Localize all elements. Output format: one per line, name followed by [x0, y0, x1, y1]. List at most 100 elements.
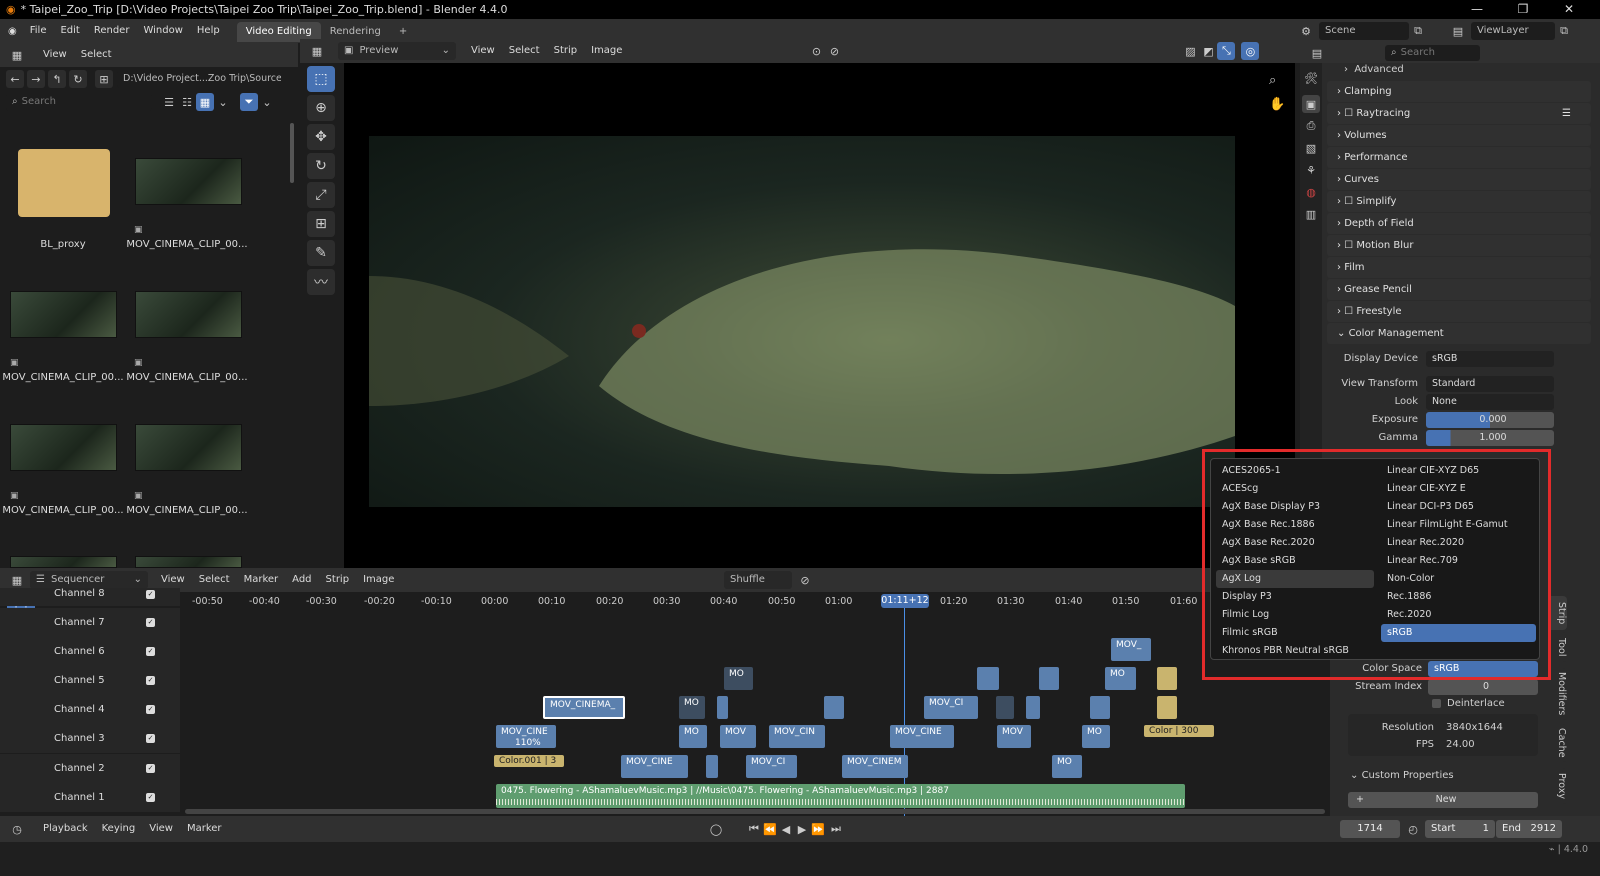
- menu-image[interactable]: Image: [356, 568, 401, 592]
- move-tool-icon[interactable]: ✥: [307, 124, 335, 150]
- clip-thumbnail[interactable]: [135, 291, 242, 338]
- clip-thumbnail[interactable]: [135, 424, 242, 471]
- collection-tab-icon[interactable]: ▥: [1302, 205, 1320, 223]
- checkbox-icon[interactable]: ✓: [146, 734, 155, 743]
- editor-type-icon[interactable]: ▦: [308, 42, 326, 60]
- search-input[interactable]: ⌕ Search: [6, 93, 152, 111]
- current-frame-field[interactable]: 1714: [1340, 820, 1400, 838]
- new-property-button[interactable]: + New: [1348, 792, 1538, 808]
- output-tab-icon[interactable]: ⎙: [1302, 117, 1320, 135]
- blender-menu-icon[interactable]: ◉: [8, 26, 17, 37]
- annotate-tool-icon[interactable]: 〰: [307, 269, 335, 295]
- checkbox-icon[interactable]: ✓: [146, 676, 155, 685]
- sample-tool-icon[interactable]: ✎: [307, 240, 335, 266]
- forward-icon[interactable]: →: [27, 70, 45, 88]
- tab-tool[interactable]: Tool: [1549, 632, 1567, 662]
- menu-window[interactable]: Window: [136, 19, 189, 43]
- thumbnails-icon[interactable]: ▦: [196, 93, 214, 111]
- overlay-icon[interactable]: ◎: [1241, 42, 1260, 60]
- scene-icon[interactable]: ⚙: [1297, 22, 1315, 40]
- refresh-icon[interactable]: ↻: [69, 70, 87, 88]
- panel-curves[interactable]: › Curves: [1327, 169, 1591, 190]
- panel-motion-blur[interactable]: › ☐ Motion Blur: [1327, 235, 1591, 256]
- viewlayer-selector[interactable]: ViewLayer: [1471, 22, 1555, 40]
- movie-strip[interactable]: MO: [1082, 725, 1110, 748]
- movie-strip[interactable]: [706, 755, 718, 778]
- clip-thumbnail[interactable]: [135, 158, 242, 205]
- file-browser-scrollbar[interactable]: [290, 123, 294, 183]
- menu-help[interactable]: Help: [190, 19, 227, 43]
- menu-edit[interactable]: Edit: [53, 19, 86, 43]
- menu-strip[interactable]: Strip: [319, 568, 357, 592]
- view-transform-dropdown[interactable]: Standard: [1426, 376, 1554, 392]
- movie-strip[interactable]: MO: [724, 667, 753, 690]
- menu-file[interactable]: File: [23, 19, 54, 43]
- movie-strip[interactable]: [1090, 696, 1110, 719]
- display-channel-icon[interactable]: ▨: [1181, 42, 1199, 60]
- movie-strip[interactable]: MO: [679, 696, 705, 719]
- panel-volumes[interactable]: › Volumes: [1327, 125, 1591, 146]
- menu-select[interactable]: Select: [192, 568, 237, 592]
- snap-icon[interactable]: ⊘: [825, 42, 843, 60]
- new-scene-icon[interactable]: ⧉: [1409, 22, 1427, 40]
- menu-playback[interactable]: Playback: [36, 817, 95, 841]
- record-icon[interactable]: ◯: [707, 820, 725, 838]
- menu-view[interactable]: View: [142, 817, 180, 841]
- movie-strip[interactable]: MO: [1052, 755, 1082, 778]
- menu-view[interactable]: View: [36, 43, 74, 67]
- clip-thumbnail[interactable]: [10, 291, 117, 338]
- jump-end-icon[interactable]: ⏭: [827, 820, 845, 838]
- checkbox-icon[interactable]: ✓: [146, 618, 155, 627]
- checkbox-icon[interactable]: ✓: [146, 793, 155, 802]
- playhead-label[interactable]: 01:11+12: [881, 594, 929, 608]
- tool-tab-icon[interactable]: 🛠: [1302, 69, 1320, 87]
- panel-film[interactable]: › Film: [1327, 257, 1591, 278]
- menu-add[interactable]: Add: [285, 568, 318, 592]
- movie-strip[interactable]: MOV_CINE: [890, 725, 954, 748]
- stream-index-field[interactable]: 0: [1428, 679, 1538, 695]
- tab-proxy[interactable]: Proxy: [1549, 768, 1567, 804]
- color-strip[interactable]: Color | 300: [1144, 725, 1214, 737]
- checkbox-icon[interactable]: ✓: [146, 705, 155, 714]
- checkbox-icon[interactable]: ✓: [146, 590, 155, 599]
- gizmo-icon[interactable]: ⤡: [1217, 42, 1236, 60]
- file-item-label[interactable]: MOV_CINEMA_CLIP_00...: [125, 239, 249, 250]
- menu-render[interactable]: Render: [87, 19, 137, 43]
- gamma-slider[interactable]: 1.000: [1426, 430, 1554, 446]
- transform-tool-icon[interactable]: ⊞: [307, 211, 335, 237]
- panel-raytracing[interactable]: › ☐ Raytracing ☰: [1327, 103, 1591, 124]
- render-tab-icon[interactable]: ▣: [1302, 95, 1320, 113]
- display-device-dropdown[interactable]: sRGB: [1426, 351, 1554, 367]
- end-frame-field[interactable]: End 2912: [1496, 820, 1562, 838]
- file-item-label[interactable]: MOV_CINEMA_CLIP_00...: [1, 505, 125, 516]
- editor-type-icon[interactable]: ▤: [1308, 44, 1326, 62]
- menu-select[interactable]: Select: [502, 39, 547, 63]
- sequencer-mode-dropdown[interactable]: ☰ Sequencer ⌄: [30, 571, 148, 589]
- tab-strip[interactable]: Strip: [1549, 596, 1567, 630]
- movie-strip[interactable]: MOV_CIN: [769, 725, 825, 748]
- back-icon[interactable]: ←: [6, 70, 24, 88]
- movie-strip[interactable]: [977, 667, 999, 690]
- editor-type-icon[interactable]: ◷: [8, 820, 26, 838]
- overlap-mode-dropdown[interactable]: Shuffle: [724, 571, 792, 589]
- new-viewlayer-icon[interactable]: ⧉: [1555, 22, 1573, 40]
- movie-strip[interactable]: [824, 696, 844, 719]
- movie-strip[interactable]: MOV_CI: [746, 755, 797, 778]
- panel-simplify[interactable]: › ☐ Simplify: [1327, 191, 1591, 212]
- editor-type-icon[interactable]: ▦: [8, 46, 26, 64]
- clock-icon[interactable]: ◴: [1404, 820, 1422, 838]
- movie-strip[interactable]: MO: [679, 725, 707, 748]
- movie-strip[interactable]: MOV_CINE: [621, 755, 688, 778]
- menu-view[interactable]: View: [464, 39, 502, 63]
- filter-dropdown-icon[interactable]: ⌄: [258, 93, 276, 111]
- tab-modifiers[interactable]: Modifiers: [1549, 668, 1567, 720]
- audio-strip[interactable]: 0475. Flowering - AShamaluevMusic.mp3 | …: [496, 784, 1185, 808]
- deinterlace-checkbox[interactable]: Deinterlace: [1432, 698, 1505, 709]
- panel-clamping[interactable]: › Clamping: [1327, 81, 1591, 102]
- checkbox-icon[interactable]: ✓: [146, 647, 155, 656]
- movie-strip[interactable]: MOV_CINE 110%: [496, 725, 556, 748]
- clip-thumbnail[interactable]: [10, 556, 117, 568]
- list-horizontal-icon[interactable]: ☷: [178, 93, 196, 111]
- properties-search[interactable]: ⌕ Search: [1385, 45, 1480, 61]
- panel-color-management[interactable]: ⌄ Color Management: [1327, 323, 1591, 344]
